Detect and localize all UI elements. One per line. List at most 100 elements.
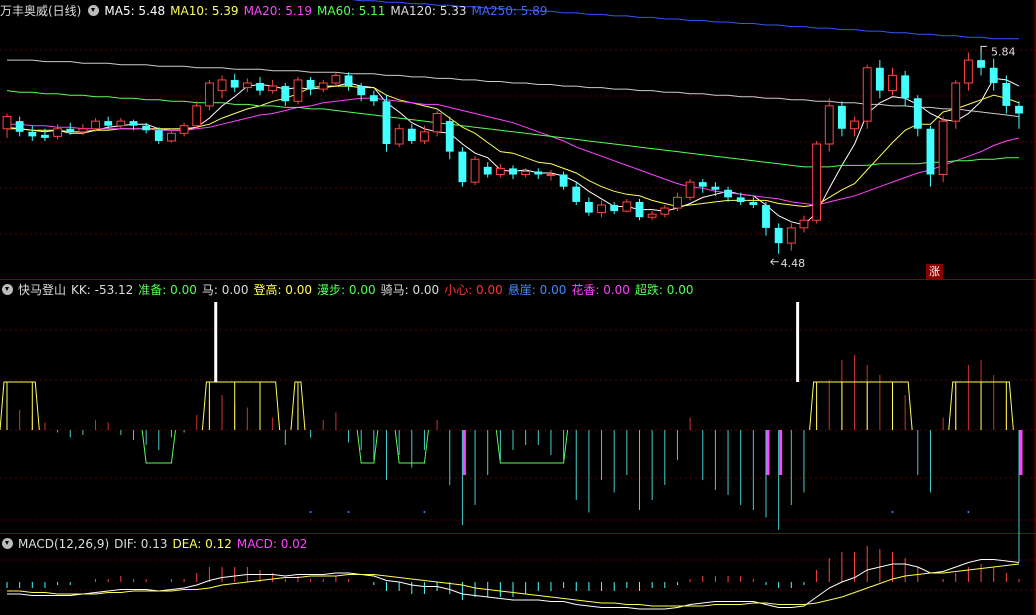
candle-body: [799, 219, 809, 229]
candle-body: [509, 168, 517, 175]
candle-body: [762, 205, 770, 228]
high-label: 5.84: [991, 45, 1016, 58]
signal-panel-header: 快马登山 KK: -53.12 准备: 0.00 马: 0.00 登高: 0.00 漫步:…: [0, 281, 704, 299]
candle-body: [888, 74, 897, 92]
signal-indicator-6: 小心: 0.00: [444, 283, 503, 297]
candle-body: [256, 83, 264, 91]
cliff-dot: [309, 511, 312, 513]
candle-body: [812, 143, 822, 221]
candle-body: [28, 131, 37, 137]
candle-body: [458, 151, 467, 183]
main-indicator-2: MA20: 5.19: [243, 4, 312, 18]
macd-indicator-0: DIF: 0.13: [114, 537, 168, 551]
candle-body: [179, 125, 189, 134]
signal-indicator-1: 准备: 0.00: [138, 283, 197, 297]
collapse-toggle-icon[interactable]: [2, 538, 13, 549]
candle-body: [711, 186, 720, 190]
candle-body: [344, 75, 353, 87]
main-indicator-1: MA10: 5.39: [170, 4, 239, 18]
signal-indicator-9: 超跌: 0.00: [634, 283, 694, 297]
candle-body: [445, 121, 454, 152]
candle-body: [369, 95, 378, 102]
candle-body: [824, 105, 834, 145]
candle-body: [901, 75, 910, 99]
signal-title: 快马登山: [18, 283, 67, 297]
macd-panel-header: MACD(12,26,9) DIF: 0.13 DEA: 0.12 MACD: 0.0…: [0, 535, 317, 553]
candle-body: [104, 121, 113, 126]
stock-title: 万丰奥威(日线): [0, 4, 82, 18]
candle-body: [331, 74, 341, 84]
signal-indicator-2: 马: 0.00: [201, 283, 249, 297]
candle-body: [977, 60, 985, 68]
candle-body: [142, 125, 151, 131]
candle-body: [913, 98, 922, 129]
candle-body: [382, 101, 391, 144]
collapse-toggle-icon[interactable]: [88, 5, 100, 16]
macd-indicator-2: MACD: 0.02: [236, 537, 308, 551]
candle-body: [660, 207, 670, 215]
candle-body: [420, 131, 429, 142]
candle-body: [610, 205, 619, 212]
low-marker: [770, 258, 779, 266]
candle-body: [597, 204, 606, 214]
collapse-toggle-icon[interactable]: [2, 284, 13, 295]
stock-chart[interactable]: 5.84 4.48: [0, 0, 1036, 615]
candle-body: [306, 79, 315, 90]
candle-body: [204, 82, 214, 107]
main-indicator-0: MA5: 5.48: [104, 4, 166, 18]
dip-box: [495, 429, 569, 464]
candle-body: [154, 130, 163, 141]
cliff-dot: [967, 511, 970, 513]
candle-body: [724, 189, 732, 198]
climb-box: [201, 381, 281, 431]
macd-title: MACD(12,26,9): [18, 537, 110, 551]
signal-indicator-3: 登高: 0.00: [253, 283, 313, 297]
candle-body: [470, 158, 480, 183]
candle-body: [534, 171, 543, 175]
candle-body: [584, 201, 593, 213]
candle-body: [483, 166, 492, 175]
climb-box: [809, 381, 913, 431]
candle-body: [78, 128, 88, 133]
candle-body: [786, 227, 796, 244]
signal-indicator-4: 漫步: 0.00: [317, 283, 376, 297]
signal-indicator-0: KK: -53.12: [71, 283, 134, 297]
candle-body: [432, 113, 442, 133]
candle-body: [837, 105, 846, 129]
dip-box: [356, 429, 379, 464]
candle-body: [963, 59, 973, 84]
candle-body: [951, 82, 961, 122]
candle-body: [129, 121, 138, 126]
candle-body: [673, 196, 682, 209]
signal-indicator-5: 骑马: 0.00: [380, 283, 440, 297]
candle-body: [281, 86, 290, 102]
candle-body: [293, 79, 303, 102]
candle-body: [495, 167, 505, 175]
candle-body: [1015, 105, 1023, 114]
candle-body: [546, 174, 556, 176]
candle-body: [1002, 83, 1011, 106]
candle-body: [318, 82, 328, 90]
signal-indicator-8: 花香: 0.00: [571, 283, 630, 297]
candle-body: [647, 213, 657, 218]
candle-body: [875, 67, 884, 91]
candle-body: [521, 170, 531, 175]
candle-body: [622, 201, 632, 212]
cliff-dot: [347, 511, 350, 513]
main-panel-header: 万丰奥威(日线) MA5: 5.48 MA10: 5.39 MA20: 5.19 MA6…: [0, 2, 558, 20]
low-label: 4.48: [781, 257, 806, 270]
candle-body: [268, 85, 278, 92]
main-indicator-5: MA250: 5.89: [471, 4, 548, 18]
high-marker: [980, 45, 988, 53]
candle-body: [41, 134, 49, 138]
rise-flag: 涨: [926, 264, 943, 279]
cliff-dot: [891, 511, 894, 513]
candle-body: [572, 186, 581, 202]
candle-body: [774, 227, 783, 244]
candle-body: [698, 182, 707, 187]
main-indicator-4: MA120: 5.33: [390, 4, 467, 18]
cliff-dot: [423, 511, 426, 513]
candle-body: [167, 132, 176, 142]
candle-body: [938, 120, 948, 175]
candle-body: [91, 120, 100, 130]
